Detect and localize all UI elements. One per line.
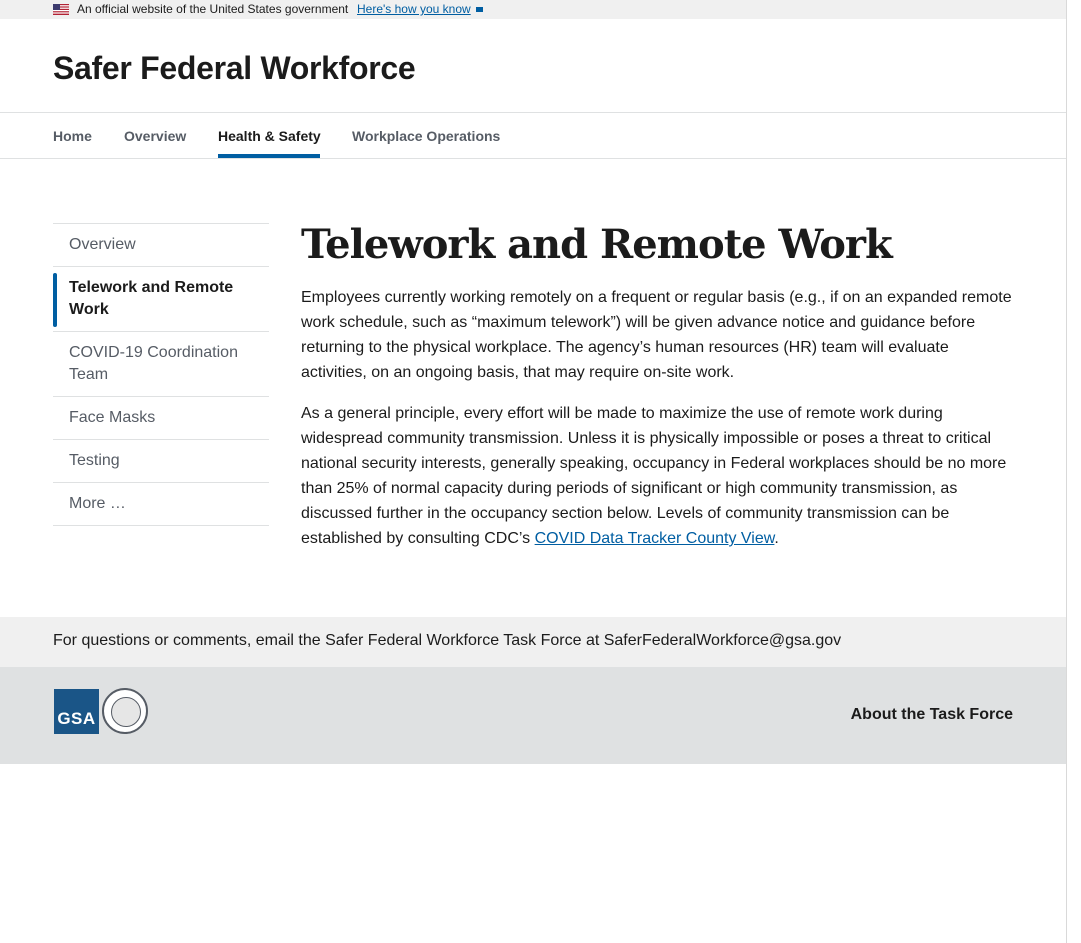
sidenav-item-covid-coordination-team[interactable]: COVID-19 Coordination Team [53,331,269,396]
chevron-down-icon[interactable] [476,7,483,12]
footer-contact-text: For questions or comments, email the Saf… [53,632,842,649]
nav-divider [0,158,1066,159]
paragraph-2-end: . [774,530,779,547]
primary-nav: Home Overview Health & Safety Workplace … [0,113,1066,158]
sidenav-item-overview[interactable]: Overview [53,223,269,266]
seal-icon [102,688,148,734]
sidenav-item-more[interactable]: More … [53,482,269,526]
gsa-logo[interactable]: GSA [54,689,99,734]
paragraph-2: As a general principle, every effort wil… [301,401,1017,551]
sidenav-item-face-masks[interactable]: Face Masks [53,396,269,439]
nav-item-home[interactable]: Home [53,128,92,144]
paragraph-2-text: As a general principle, every effort wil… [301,405,1007,547]
nav-item-health-safety[interactable]: Health & Safety [218,128,321,144]
scrollbar[interactable] [1066,0,1081,943]
paragraph-1: Employees currently working remotely on … [301,289,1012,381]
nav-item-workplace-operations[interactable]: Workplace Operations [352,128,500,144]
sidenav-item-telework[interactable]: Telework and Remote Work [53,266,269,331]
banner-text: An official website of the United States… [77,2,349,16]
sidenav-item-testing[interactable]: Testing [53,439,269,482]
us-flag-icon [53,4,69,15]
heres-how-you-know-link[interactable]: Here's how you know [357,0,471,19]
covid-data-tracker-link[interactable]: COVID Data Tracker County View [535,530,775,547]
nav-item-overview[interactable]: Overview [124,128,186,144]
footer-contact: For questions or comments, email the Saf… [0,617,1066,667]
about-task-force-link[interactable]: About the Task Force [851,706,1013,724]
side-nav: Overview Telework and Remote Work COVID-… [53,223,269,526]
site-title[interactable]: Safer Federal Workforce [53,50,416,87]
main-content: Telework and Remote Work Employees curre… [301,220,1017,551]
gov-banner: An official website of the United States… [0,0,1066,19]
page: An official website of the United States… [0,0,1066,943]
page-title: Telework and Remote Work [301,221,893,268]
footer: GSA About the Task Force [0,667,1066,764]
